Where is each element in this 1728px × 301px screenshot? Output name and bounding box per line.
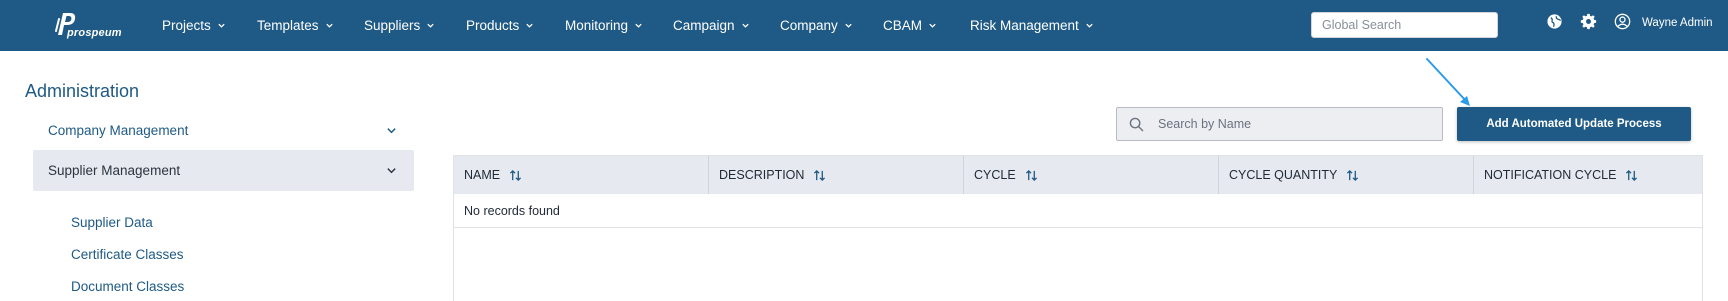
nav-label: CBAM: [883, 18, 923, 33]
nav-cbam[interactable]: CBAM: [883, 0, 937, 51]
chevron-down-icon: [741, 23, 749, 28]
annotation-arrow-icon: [1426, 58, 1470, 106]
nav-label: Templates: [257, 18, 319, 33]
chevron-down-icon: [929, 23, 936, 28]
global-search-input[interactable]: [1311, 12, 1498, 38]
column-header-notification-cycle[interactable]: NOTIFICATION CYCLE: [1474, 156, 1702, 194]
automated-update-process-table: NAME DESCRIPTION CYCLE CYCLE QUANTITY NO…: [453, 155, 1703, 301]
nav-label: Monitoring: [565, 18, 629, 33]
nav-monitoring[interactable]: Monitoring: [565, 0, 643, 51]
chevron-down-icon: [1086, 23, 1093, 28]
column-header-cycle[interactable]: CYCLE: [964, 156, 1219, 194]
user-circle-icon[interactable]: [1614, 13, 1631, 30]
sidebar-item-label: Company Management: [48, 123, 189, 138]
prospeum-logo[interactable]: prospeum: [55, 11, 125, 39]
search-by-name-input[interactable]: [1158, 108, 1438, 140]
chevron-down-icon: [218, 23, 225, 28]
sort-icon[interactable]: [1346, 169, 1359, 182]
nav-templates[interactable]: Templates: [257, 0, 334, 51]
nav-company[interactable]: Company: [780, 0, 853, 51]
column-header-cycle-quantity[interactable]: CYCLE QUANTITY: [1219, 156, 1474, 194]
nav-label: Projects: [162, 18, 211, 33]
sidebar-link-supplier-data[interactable]: Supplier Data: [71, 215, 153, 230]
gear-icon[interactable]: [1580, 13, 1597, 30]
add-automated-update-process-button[interactable]: Add Automated Update Process: [1457, 107, 1691, 141]
nav-projects[interactable]: Projects: [162, 0, 226, 51]
sidebar-link-certificate-classes[interactable]: Certificate Classes: [71, 247, 184, 262]
sort-icon[interactable]: [509, 169, 522, 182]
nav-label: Risk Management: [970, 18, 1079, 33]
page-title: Administration: [25, 81, 140, 101]
chevron-down-icon: [526, 23, 533, 28]
chevron-down-icon: [845, 23, 852, 28]
column-header-label: CYCLE QUANTITY: [1229, 168, 1338, 182]
nav-campaign[interactable]: Campaign: [673, 0, 750, 51]
nav-label: Campaign: [673, 18, 735, 33]
column-header-label: NOTIFICATION CYCLE: [1484, 168, 1617, 182]
chevron-down-icon: [325, 23, 333, 28]
top-nav-bar: prospeum Projects Templates Suppliers Pr…: [0, 0, 1728, 51]
sort-icon[interactable]: [1625, 169, 1638, 182]
chevron-down-icon: [387, 168, 396, 174]
column-header-label: DESCRIPTION: [719, 168, 805, 182]
search-icon: [1129, 117, 1144, 132]
sidebar-company-management[interactable]: Company Management: [33, 110, 414, 151]
sidebar-supplier-management[interactable]: Supplier Management: [33, 150, 414, 191]
chevron-down-icon: [635, 23, 642, 28]
column-header-name[interactable]: NAME: [454, 156, 709, 194]
globe-icon[interactable]: [1546, 13, 1563, 30]
nav-label: Company: [780, 18, 838, 33]
nav-products[interactable]: Products: [466, 0, 534, 51]
nav-risk-management[interactable]: Risk Management: [970, 0, 1094, 51]
table-header-row: NAME DESCRIPTION CYCLE CYCLE QUANTITY NO…: [454, 156, 1702, 194]
column-header-label: NAME: [464, 168, 501, 182]
sort-icon[interactable]: [813, 169, 826, 182]
sort-icon[interactable]: [1025, 169, 1038, 182]
column-header-description[interactable]: DESCRIPTION: [709, 156, 964, 194]
chevron-down-icon: [387, 128, 396, 134]
search-by-name-box: [1116, 107, 1443, 141]
column-header-label: CYCLE: [974, 168, 1016, 182]
chevron-down-icon: [427, 23, 434, 28]
sidebar-item-label: Supplier Management: [48, 163, 181, 178]
user-name[interactable]: Wayne Admin: [1642, 17, 1713, 29]
nav-label: Suppliers: [364, 18, 421, 33]
empty-state-row: No records found: [454, 194, 1702, 228]
sidebar-link-document-classes[interactable]: Document Classes: [71, 279, 184, 294]
nav-label: Products: [466, 18, 520, 33]
nav-suppliers[interactable]: Suppliers: [364, 0, 435, 51]
logo-text: prospeum: [67, 27, 122, 39]
